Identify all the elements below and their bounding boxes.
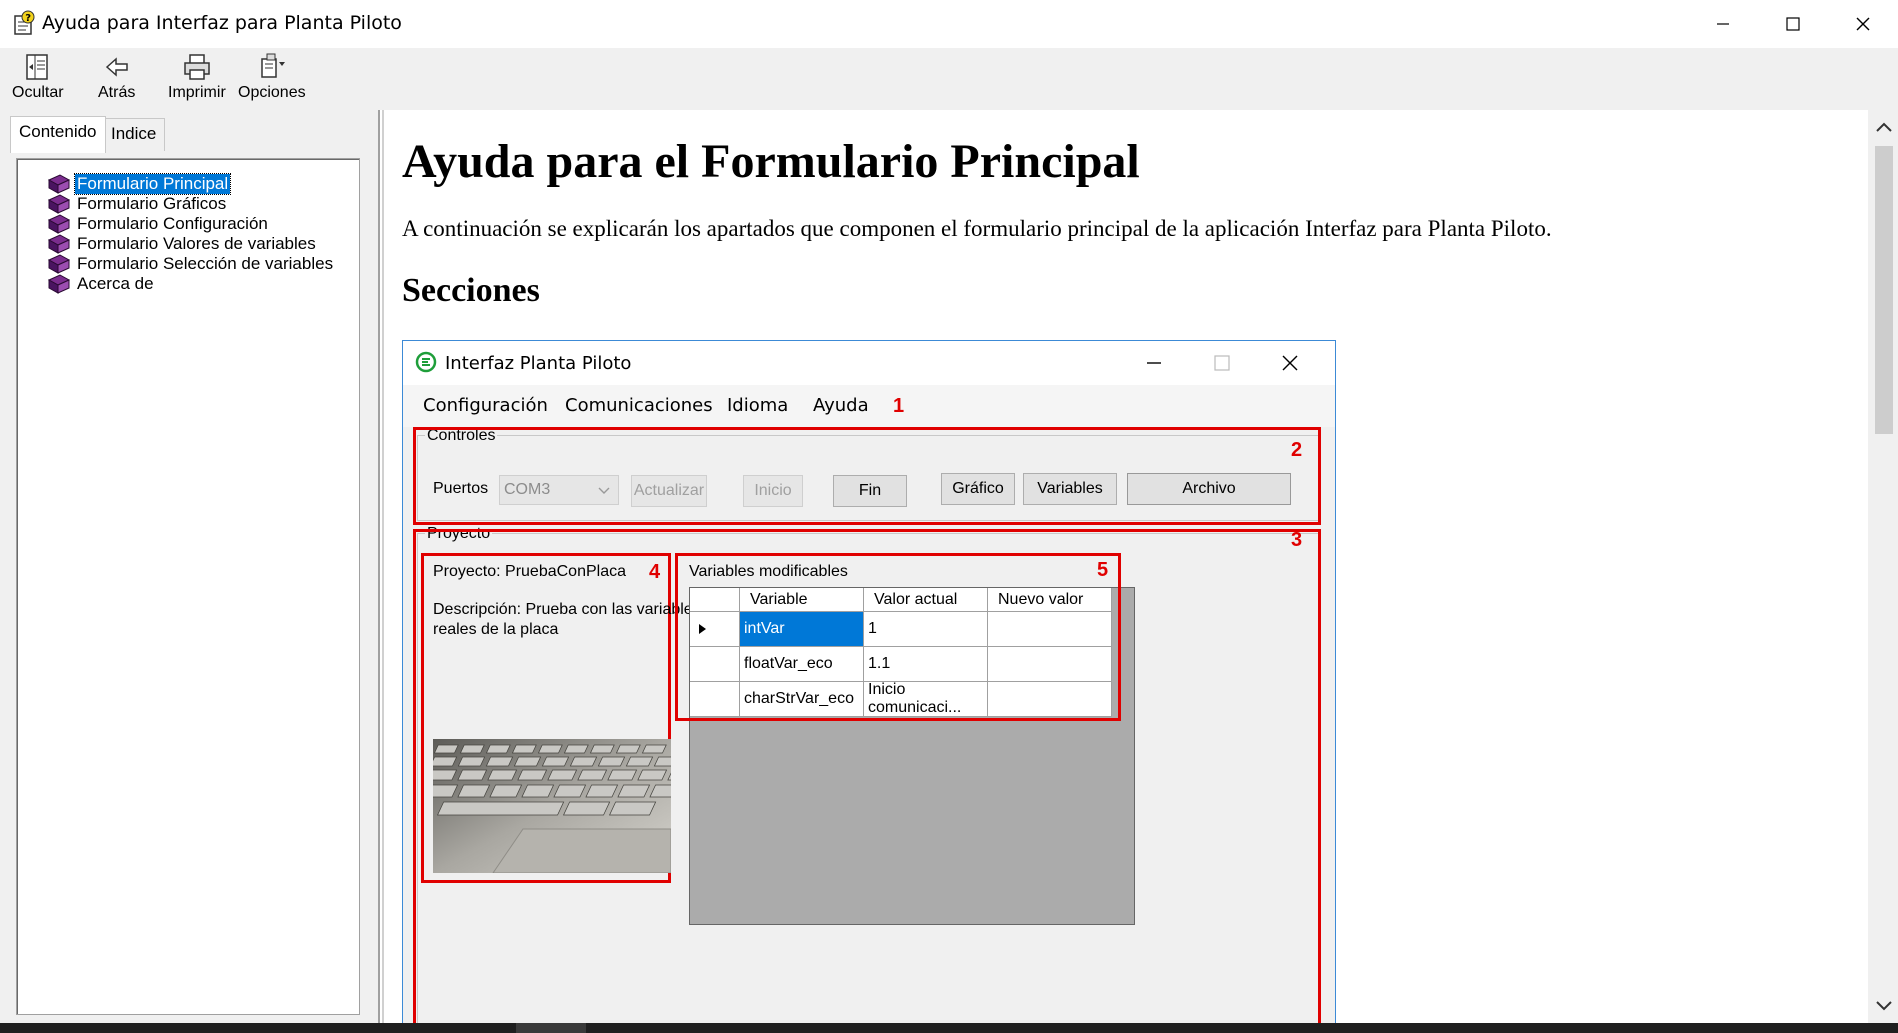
screenshot-maximize-icon: [1211, 353, 1233, 373]
project-photo: [433, 739, 671, 873]
tree-item-formulario-principal[interactable]: Formulario Principal: [47, 173, 232, 195]
menu-ayuda: Ayuda: [813, 395, 869, 416]
project-description-line2: reales de la placa: [433, 621, 559, 638]
taskbar: [0, 1023, 1898, 1033]
tree-item-formulario-graficos[interactable]: Formulario Gráficos: [47, 193, 228, 215]
marker-2: 2: [1291, 439, 1303, 461]
app-logo-icon: [415, 351, 437, 373]
printer-icon: [184, 54, 210, 80]
project-name: Proyecto: PruebaConPlaca: [433, 563, 626, 580]
hide-label: Ocultar: [12, 84, 64, 101]
svg-text:?: ?: [25, 13, 31, 24]
highlight-box-5: [675, 553, 1121, 721]
tree-item-label: Formulario Gráficos: [77, 194, 227, 213]
marker-4: 4: [649, 561, 661, 583]
screenshot-title-bar: Interfaz Planta Piloto: [403, 341, 1335, 385]
tree-item-formulario-seleccion[interactable]: Formulario Selección de variables: [47, 253, 335, 275]
minimize-icon: [1717, 23, 1729, 25]
print-button[interactable]: Imprimir: [168, 52, 226, 102]
book-icon: [47, 214, 71, 234]
book-icon: [47, 274, 71, 294]
marker-3: 3: [1291, 529, 1303, 551]
close-button[interactable]: [1828, 0, 1898, 48]
screenshot-close-icon: [1279, 353, 1301, 373]
tree-item-formulario-configuracion[interactable]: Formulario Configuración: [47, 213, 270, 235]
scroll-up-icon[interactable]: [1874, 118, 1894, 138]
hide-pane-icon: [26, 54, 48, 80]
marker-1: 1: [893, 395, 905, 417]
menu-idioma: Idioma: [727, 395, 789, 416]
menu-comunicaciones: Comunicaciones: [565, 395, 713, 416]
section-heading: Secciones: [402, 272, 540, 309]
hide-button[interactable]: Ocultar: [12, 52, 64, 102]
page-title: Ayuda para el Formulario Principal: [402, 135, 1140, 188]
tree-item-label: Formulario Selección de variables: [77, 254, 334, 273]
print-label: Imprimir: [168, 84, 226, 101]
marker-5: 5: [1097, 559, 1109, 581]
book-icon: [47, 194, 71, 214]
scroll-down-icon[interactable]: [1874, 995, 1894, 1015]
help-content-pane: Ayuda para el Formulario Principal A con…: [382, 110, 1868, 1023]
maximize-button[interactable]: [1758, 0, 1828, 48]
tree-item-label: Formulario Valores de variables: [77, 234, 316, 253]
help-file-icon: ?: [12, 10, 36, 36]
window-title: Ayuda para Interfaz para Planta Piloto: [42, 12, 402, 34]
options-icon: [261, 53, 285, 78]
back-arrow-icon: [105, 57, 128, 77]
screenshot-menu-bar: Configuración Comunicaciones Idioma Ayud…: [403, 385, 1335, 427]
close-icon: [1856, 17, 1870, 31]
tree-item-acerca-de[interactable]: Acerca de: [47, 273, 156, 295]
content-scrollbar[interactable]: [1868, 110, 1898, 1023]
maximize-icon: [1786, 17, 1800, 31]
app-screenshot: Interfaz Planta Piloto Configuración Com…: [402, 340, 1336, 1023]
highlight-box-2: [413, 427, 1321, 525]
minimize-button[interactable]: [1688, 0, 1758, 48]
back-label: Atrás: [98, 84, 136, 101]
contents-tree: Formulario Principal Formulario Gráficos…: [16, 158, 360, 1015]
intro-paragraph: A continuación se explicarán los apartad…: [402, 216, 1552, 241]
tab-contenido[interactable]: Contenido: [10, 116, 106, 153]
options-label: Opciones: [238, 84, 306, 101]
book-icon: [47, 234, 71, 254]
scrollbar-thumb[interactable]: [1875, 146, 1893, 434]
project-description-line1: Descripción: Prueba con las variables: [433, 601, 701, 618]
tree-item-label: Formulario Principal: [73, 173, 232, 195]
tab-indice[interactable]: Indice: [102, 118, 166, 151]
book-icon: [47, 174, 71, 194]
window-title-bar: ? Ayuda para Interfaz para Planta Piloto: [0, 0, 1898, 48]
screenshot-title: Interfaz Planta Piloto: [445, 353, 632, 374]
options-button[interactable]: Opciones: [238, 52, 306, 102]
tree-item-label: Formulario Configuración: [77, 214, 268, 233]
back-button[interactable]: Atrás: [98, 52, 135, 102]
menu-configuracion: Configuración: [423, 395, 548, 416]
tree-item-formulario-valores[interactable]: Formulario Valores de variables: [47, 233, 318, 255]
tree-item-label: Acerca de: [77, 274, 154, 293]
screenshot-minimize-icon: [1143, 353, 1165, 373]
taskbar-active-item[interactable]: [516, 1023, 586, 1033]
help-toolbar: Ocultar Atrás Imprimir Opciones: [0, 48, 1898, 110]
book-icon: [47, 254, 71, 274]
navigation-pane: Contenido Indice Formulario Principal Fo…: [0, 110, 380, 1023]
